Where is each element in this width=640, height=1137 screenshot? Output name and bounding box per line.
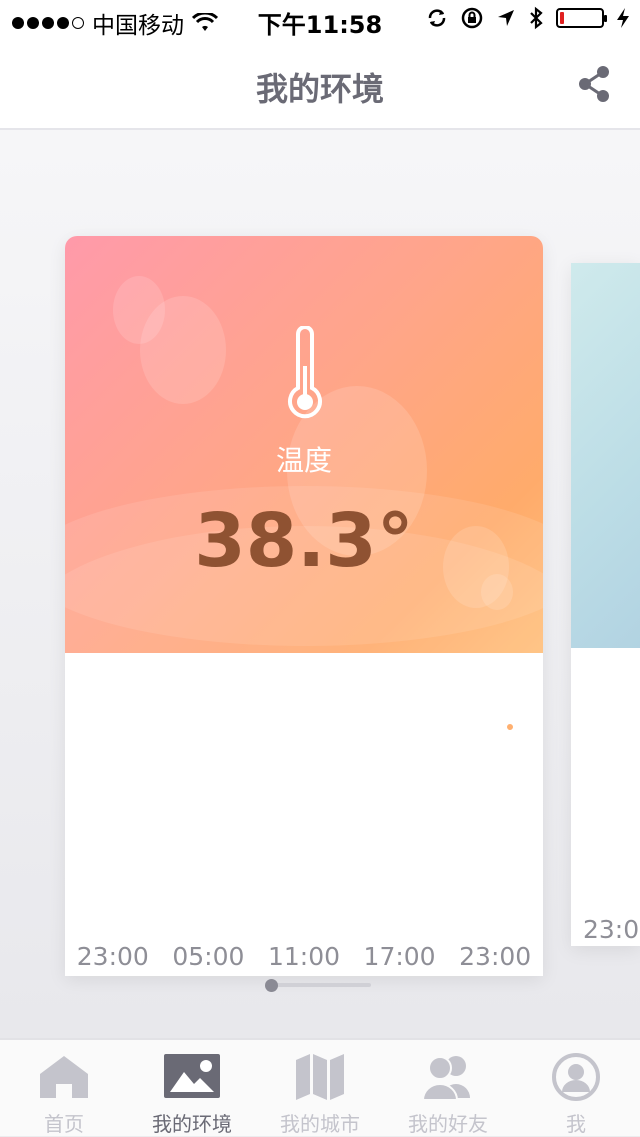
photo-icon [164, 1054, 220, 1098]
location-icon [498, 10, 514, 26]
temperature-card[interactable]: 温度 38.3° 23:00 05:00 11:00 17:00 23:00 [65, 236, 543, 976]
x-tick-label: 23:00 [76, 941, 149, 971]
sync-icon [428, 9, 446, 27]
page-indicator-knob [265, 979, 278, 992]
home-icon [40, 1056, 88, 1098]
x-tick-label: 23:00 [459, 941, 532, 971]
x-tick-label: 05:00 [172, 941, 245, 971]
x-axis: 23:00 05:00 11:00 17:00 23:00 [65, 936, 543, 976]
rotation-lock-icon [461, 7, 483, 29]
next-card[interactable]: 23:00 [571, 263, 640, 946]
tab-bar: 首页 我的环境 我的城市 我的好友 我 [0, 1038, 640, 1136]
chart-point [507, 724, 513, 730]
tab-my-friends[interactable]: 我的好友 [384, 1040, 512, 1136]
card-hero: 温度 38.3° [65, 236, 543, 653]
tab-label: 我的环境 [152, 1112, 232, 1136]
metric-label: 温度 [275, 444, 332, 477]
tab-label: 我 [566, 1112, 586, 1136]
metric-value: 38.3° [194, 498, 414, 584]
battery-icon [556, 8, 607, 28]
status-bar: 中国移动 下午11:58 [0, 0, 640, 40]
nav-bar: 我的环境 [0, 40, 640, 130]
charging-icon [617, 8, 629, 28]
next-card-x-tick-label: 23:00 [583, 915, 640, 944]
tab-my-environment[interactable]: 我的环境 [128, 1040, 256, 1136]
map-icon [296, 1054, 344, 1100]
x-tick-label: 17:00 [363, 941, 436, 971]
next-card-hero [571, 263, 640, 648]
tab-label: 我的好友 [408, 1112, 488, 1136]
tab-me[interactable]: 我 [512, 1040, 640, 1136]
tab-label: 我的城市 [280, 1112, 360, 1136]
page-title: 我的环境 [255, 70, 384, 108]
chart-area: 23:00 05:00 11:00 17:00 23:00 [65, 653, 543, 976]
page-indicator[interactable] [265, 979, 373, 992]
page-indicator-track [271, 983, 371, 987]
profile-icon [552, 1053, 600, 1101]
x-tick-label: 11:00 [267, 941, 340, 971]
bluetooth-icon [530, 6, 543, 30]
tab-home[interactable]: 首页 [0, 1040, 128, 1136]
thermometer-icon [288, 326, 322, 419]
status-right [426, 6, 630, 30]
tab-my-city[interactable]: 我的城市 [256, 1040, 384, 1136]
content-area: 温度 38.3° 23:00 05:00 11:00 17:00 23:00 2… [0, 130, 640, 1038]
friends-icon [421, 1056, 470, 1101]
share-icon[interactable] [576, 64, 612, 104]
tab-label: 首页 [44, 1112, 84, 1136]
